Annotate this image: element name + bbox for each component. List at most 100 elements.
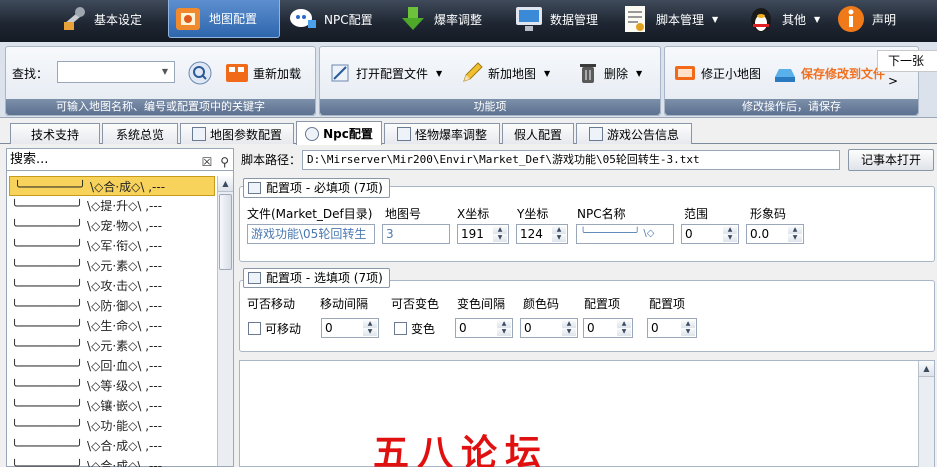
- nav-statement[interactable]: 声明: [836, 0, 926, 38]
- spin-buttons[interactable]: ▲ ▼: [723, 226, 737, 242]
- tab-label: 怪物爆率调整: [414, 127, 487, 142]
- list-item[interactable]: ╰────────╯ \◇合·成◇\ ,---: [9, 176, 215, 196]
- map-number-input[interactable]: 3: [382, 224, 450, 244]
- nav-label: 爆率调整: [434, 12, 483, 27]
- notice-icon: [588, 127, 603, 141]
- spin-value: 0: [651, 321, 659, 335]
- search-tools: ☒ ⚲: [202, 152, 229, 173]
- map-icon: [176, 7, 200, 30]
- chevron-down-icon: ▼: [436, 68, 443, 78]
- spin-value: 0: [685, 227, 693, 241]
- color-interval-spinner[interactable]: 0 ▲ ▼: [455, 318, 513, 338]
- list-item[interactable]: ╰────────╯ \◇镶·嵌◇\ ,---: [7, 396, 217, 416]
- nav-basic-settings[interactable]: 基本设定: [58, 0, 158, 38]
- spin-buttons[interactable]: ▲ ▼: [552, 226, 566, 242]
- modify-caption: 修改操作后，请保存: [665, 99, 918, 115]
- tab-map-params[interactable]: 地图参数配置: [180, 123, 294, 144]
- spin-buttons[interactable]: ▲ ▼: [788, 226, 802, 242]
- tab-label: 地图参数配置: [209, 127, 282, 142]
- spin-value: 191: [461, 227, 484, 241]
- reload-button[interactable]: 重新加载: [225, 60, 301, 86]
- spin-value: 124: [520, 227, 543, 241]
- spin-value: 0: [524, 321, 532, 335]
- move-interval-spinner[interactable]: 0 ▲ ▼: [321, 318, 379, 338]
- range-spinner[interactable]: 0 ▲ ▼: [681, 224, 739, 244]
- npc-name-input[interactable]: ╰────────╯ \◇: [576, 224, 674, 244]
- spin-buttons[interactable]: ▲ ▼: [363, 320, 377, 336]
- tab-tech-support[interactable]: 技术支持: [10, 123, 100, 144]
- list-item[interactable]: ╰────────╯ \◇元·素◇\ ,---: [7, 256, 217, 276]
- tab-npc-config[interactable]: Npc配置: [296, 121, 382, 145]
- config-item-spinner[interactable]: 0 ▲ ▼: [583, 318, 633, 338]
- color-checkbox[interactable]: [394, 322, 407, 335]
- map-number-label: 地图号: [385, 207, 422, 221]
- save-to-file-button[interactable]: 保存修改到文件: [773, 60, 885, 86]
- scroll-up-icon[interactable]: ▲: [218, 176, 233, 192]
- scroll-up-icon[interactable]: ▲: [919, 361, 934, 377]
- list-item[interactable]: ╰────────╯ \◇提·升◇\ ,---: [7, 196, 217, 216]
- script-content-area[interactable]: ▲: [239, 360, 935, 467]
- nav-map-config[interactable]: 地图配置: [168, 0, 280, 38]
- search-icon[interactable]: [188, 61, 212, 85]
- monitor-icon: [516, 7, 542, 31]
- list-item[interactable]: ╰────────╯ \◇宠·物◇\ ,---: [7, 216, 217, 236]
- chevron-down-icon: ▼: [544, 68, 551, 78]
- search-combo[interactable]: ▼: [57, 61, 175, 83]
- x-coord-spinner[interactable]: 191 ▲ ▼: [457, 224, 509, 244]
- open-in-notepad-button[interactable]: 记事本打开: [848, 149, 934, 171]
- spin-buttons[interactable]: ▲ ▼: [681, 320, 695, 336]
- config-item-spinner[interactable]: 0 ▲ ▼: [647, 318, 697, 338]
- penguin-icon: [751, 8, 771, 32]
- npc-search-input[interactable]: 搜索... ☒ ⚲: [7, 149, 233, 171]
- list-item[interactable]: ╰────────╯ \◇合·成◇\ ,---: [7, 436, 217, 456]
- edit-icon: [248, 272, 261, 284]
- spin-buttons[interactable]: ▲ ▼: [497, 320, 511, 336]
- tab-monster-drop[interactable]: 怪物爆率调整: [384, 123, 500, 144]
- content-scrollbar[interactable]: ▲: [918, 361, 934, 467]
- script-path-field[interactable]: D:\Mirserver\Mir200\Envir\Market_Def\游戏功…: [302, 150, 840, 170]
- trash-icon: [580, 64, 596, 83]
- tab-label: Npc配置: [323, 127, 373, 141]
- spin-buttons[interactable]: ▲ ▼: [617, 320, 631, 336]
- list-item[interactable]: ╰────────╯ \◇攻·击◇\ ,---: [7, 276, 217, 296]
- nav-drop-rate[interactable]: 爆率调整: [398, 0, 498, 38]
- tab-bot-config[interactable]: 假人配置: [502, 123, 574, 144]
- new-map-button[interactable]: 新加地图 ▼: [460, 60, 550, 86]
- tab-system-overview[interactable]: 系统总览: [102, 123, 178, 144]
- list-item[interactable]: ╰────────╯ \◇军·衔◇\ ,---: [7, 236, 217, 256]
- nav-data-management[interactable]: 数据管理: [514, 0, 614, 38]
- colorable-label: 可否变色: [391, 297, 440, 311]
- delete-button[interactable]: 删除 ▼: [576, 60, 642, 86]
- spin-buttons[interactable]: ▲ ▼: [562, 320, 576, 336]
- list-item[interactable]: ╰────────╯ \◇合·成◇\ ,---: [7, 456, 217, 467]
- spin-buttons[interactable]: ▲ ▼: [493, 226, 507, 242]
- next-image-button[interactable]: 下一张 >: [877, 50, 937, 88]
- nav-other[interactable]: 其他 ▼: [746, 0, 830, 38]
- list-item[interactable]: ╰────────╯ \◇回·血◇\ ,---: [7, 356, 217, 376]
- file-label: 文件(Market_Def目录): [247, 207, 373, 221]
- movable-label: 可否移动: [247, 297, 296, 311]
- file-input[interactable]: 游戏功能\05轮回转生: [247, 224, 375, 244]
- open-config-button[interactable]: 打开配置文件 ▼: [328, 60, 442, 86]
- list-scrollbar[interactable]: ▲: [217, 176, 233, 466]
- home-icon: [191, 127, 206, 141]
- binoculars-icon[interactable]: ⚲: [220, 155, 229, 169]
- list-item[interactable]: ╰────────╯ \◇等·级◇\ ,---: [7, 376, 217, 396]
- list-item[interactable]: ╰────────╯ \◇防·御◇\ ,---: [7, 296, 217, 316]
- list-item[interactable]: ╰────────╯ \◇生·命◇\ ,---: [7, 316, 217, 336]
- color-code-spinner[interactable]: 0 ▲ ▼: [520, 318, 578, 338]
- appearance-spinner[interactable]: 0.0 ▲ ▼: [746, 224, 804, 244]
- scroll-thumb[interactable]: [219, 194, 232, 270]
- nav-npc-config[interactable]: NPC配置: [288, 0, 388, 38]
- list-item[interactable]: ╰────────╯ \◇元·素◇\ ,---: [7, 336, 217, 356]
- grid-icon: [396, 127, 411, 141]
- forum-watermark: 五八论坛: [373, 432, 550, 467]
- nav-script-management[interactable]: 脚本管理 ▼: [620, 0, 738, 38]
- fix-minimap-button[interactable]: 修正小地图: [673, 60, 761, 86]
- movable-checkbox[interactable]: [248, 322, 261, 335]
- list-item[interactable]: ╰────────╯ \◇功·能◇\ ,---: [7, 416, 217, 436]
- tab-game-notice[interactable]: 游戏公告信息: [576, 123, 692, 144]
- y-coord-spinner[interactable]: 124 ▲ ▼: [516, 224, 568, 244]
- clear-icon[interactable]: ☒: [202, 155, 213, 169]
- group-title-text: 配置项 - 必填项 (7项): [266, 181, 383, 195]
